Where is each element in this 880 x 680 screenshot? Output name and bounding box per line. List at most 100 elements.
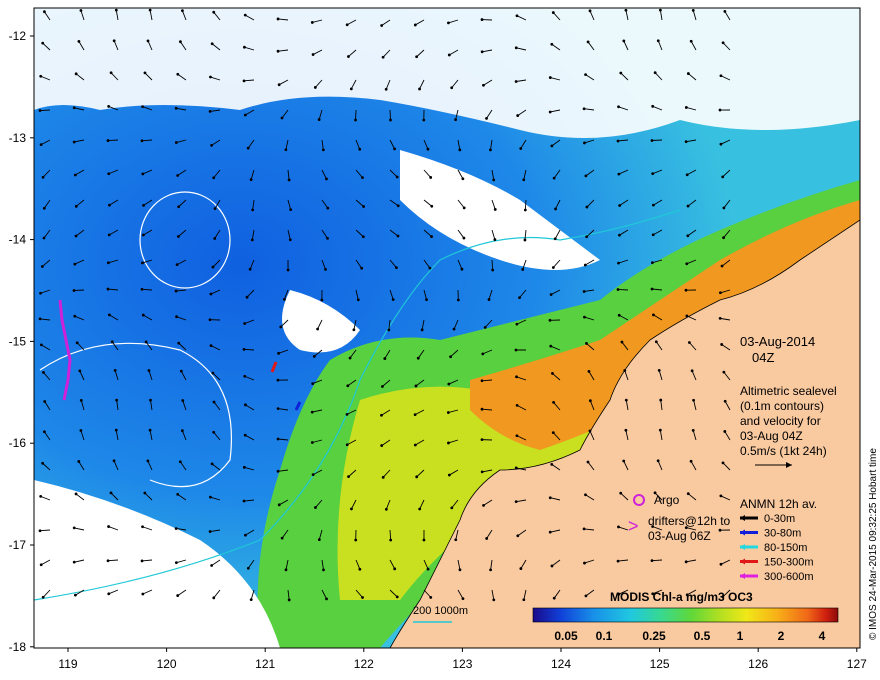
velocity-arrow-head xyxy=(356,298,360,302)
velocity-arrow-head xyxy=(141,105,144,108)
colorbar-tick-label: 0.1 xyxy=(596,629,613,643)
velocity-arrow-head xyxy=(482,503,485,507)
velocity-arrow-head xyxy=(691,8,695,12)
velocity-arrow-head xyxy=(414,384,418,388)
velocity-arrow-head xyxy=(106,139,110,142)
velocity-arrow-head xyxy=(115,398,119,402)
velocity-arrow-head xyxy=(249,178,253,181)
anmn-title: ANMN 12h av. xyxy=(740,497,817,511)
velocity-arrow-head xyxy=(722,370,726,374)
map-area xyxy=(34,8,860,648)
velocity-arrow-head xyxy=(211,265,215,269)
velocity-arrow-head xyxy=(74,204,78,208)
colorbar-tick-label: 0.5 xyxy=(694,629,711,643)
longitude-axis: 119 120 121 122 123 124 125 126 127 xyxy=(58,648,867,671)
velocity-arrow-head xyxy=(462,236,466,240)
velocity-arrow-head xyxy=(416,356,420,360)
velocity-arrow-head xyxy=(79,398,83,402)
velocity-arrow-head xyxy=(114,428,118,432)
velocity-arrow-head xyxy=(515,14,519,18)
velocity-arrow-head xyxy=(361,596,364,599)
velocity-arrow-head xyxy=(429,176,433,179)
velocity-arrow-head xyxy=(617,313,621,317)
velocity-arrow-head xyxy=(354,538,358,542)
velocity-arrow-head xyxy=(209,75,212,79)
velocity-arrow-head xyxy=(586,460,590,464)
velocity-arrow-head xyxy=(523,208,527,212)
velocity-arrow-head xyxy=(617,105,620,109)
anmn-depth-label: 300-600m xyxy=(764,571,814,583)
velocity-arrow-head xyxy=(418,87,421,91)
velocity-arrow-head xyxy=(719,562,723,566)
drifters-line: drifters@12h to xyxy=(648,514,731,528)
velocity-arrow-head xyxy=(141,313,145,317)
velocity-arrow-head xyxy=(114,8,118,12)
velocity-arrow-head xyxy=(617,172,621,176)
velocity-arrow-head xyxy=(380,385,384,388)
velocity-arrow-head xyxy=(244,403,247,407)
velocity-arrow-head xyxy=(246,146,250,150)
velocity-arrow-head xyxy=(74,72,78,76)
velocity-arrow-head xyxy=(107,233,111,237)
velocity-arrow-head xyxy=(212,176,216,180)
velocity-arrow-head xyxy=(107,592,111,596)
velocity-arrow-head xyxy=(430,204,434,208)
velocity-arrow-head xyxy=(449,355,453,359)
velocity-arrow-head xyxy=(454,538,458,542)
lon-tick-label: 122 xyxy=(354,657,374,671)
lon-tick-label: 124 xyxy=(551,657,571,671)
velocity-arrow-head xyxy=(650,559,654,563)
velocity-arrow-head xyxy=(348,356,352,360)
velocity-arrow-head xyxy=(242,499,246,503)
velocity-arrow-head xyxy=(361,235,365,239)
velocity-arrow-head xyxy=(686,204,690,208)
velocity-arrow-head xyxy=(361,176,364,180)
velocity-arrow-head xyxy=(514,500,518,504)
velocity-arrow-head xyxy=(582,107,586,111)
velocity-arrow-head xyxy=(77,39,81,43)
velocity-arrow-head xyxy=(310,410,314,414)
velocity-arrow-head xyxy=(684,288,688,292)
velocity-arrow-head xyxy=(480,50,484,54)
velocity-arrow-head xyxy=(624,8,628,12)
velocity-arrow-head xyxy=(684,140,688,144)
velocity-arrow xyxy=(39,109,51,112)
lon-tick-label: 126 xyxy=(748,657,768,671)
velocity-arrow-head xyxy=(718,528,722,532)
velocity-arrow-head xyxy=(208,530,212,533)
velocity-arrow-head xyxy=(583,561,586,565)
velocity-arrow-head xyxy=(689,459,693,463)
velocity-arrow-head xyxy=(276,437,280,441)
velocity-arrow-head xyxy=(690,369,694,373)
velocity-arrow-head xyxy=(287,178,291,182)
velocity-arrow-head xyxy=(523,238,527,242)
velocity-arrow-head xyxy=(651,172,655,176)
velocity-arrow-head xyxy=(619,71,623,75)
velocity-arrow-head xyxy=(242,465,246,469)
velocity-arrow-head xyxy=(113,369,117,372)
velocity-arrow-head xyxy=(723,10,727,13)
velocity-arrow-head xyxy=(548,496,552,500)
velocity-arrow-head xyxy=(692,398,695,402)
velocity-arrow-head xyxy=(277,503,281,507)
velocity-arrow-head xyxy=(39,343,43,347)
velocity-arrow-head xyxy=(279,325,283,329)
velocity-arrow-head xyxy=(718,316,722,320)
velocity-arrow-head xyxy=(553,237,557,241)
isobath-label: 200 1000m xyxy=(413,605,468,617)
velocity-arrow-head xyxy=(447,441,450,445)
drifters-line: 03-Aug 06Z xyxy=(648,529,711,543)
velocity-arrow-head xyxy=(552,400,555,404)
velocity-arrow-head xyxy=(550,144,554,148)
velocity-arrow-head xyxy=(176,174,180,177)
velocity-arrow-head xyxy=(519,567,523,570)
velocity-arrow-head xyxy=(174,527,178,530)
velocity-arrow-head xyxy=(395,595,399,599)
velocity-arrow-head xyxy=(521,268,525,271)
velocity-arrow-head xyxy=(107,525,111,528)
chlorophyll-map: 119 120 121 122 123 124 125 126 127 -12-13-14-15… xyxy=(9,7,879,671)
velocity-arrow-head xyxy=(314,506,317,509)
velocity-arrow-head xyxy=(242,45,246,49)
velocity-arrow-head xyxy=(140,139,144,143)
velocity-arrow-head xyxy=(321,148,325,152)
